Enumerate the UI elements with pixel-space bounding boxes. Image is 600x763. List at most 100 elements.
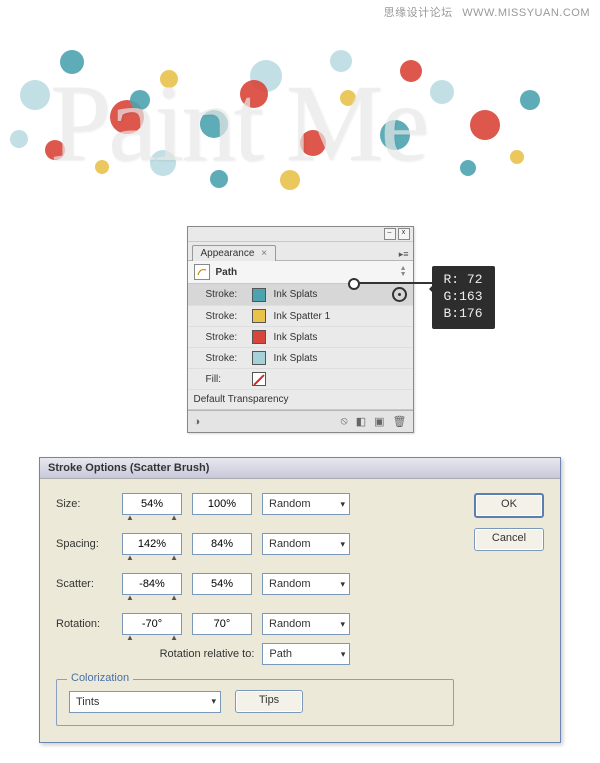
trash-icon[interactable]: 🗑 xyxy=(393,415,407,428)
rotation-relative-select[interactable]: Path ▾ xyxy=(262,643,350,665)
appearance-panel: – x Appearance × ▸≡ Path ▲▼ Stroke: Ink … xyxy=(187,226,414,433)
slider-icon[interactable]: ▲▲ xyxy=(122,633,182,642)
r-label: R: xyxy=(444,272,460,287)
rgb-tooltip: R: 72 G:163 B:176 xyxy=(432,266,495,329)
select-value: Path xyxy=(269,648,292,660)
path-icon xyxy=(194,264,210,280)
rotation-input-b[interactable] xyxy=(192,613,252,635)
spacing-label: Spacing: xyxy=(56,538,112,550)
b-value: 176 xyxy=(459,306,482,321)
panel-footer: ◑ ⦸ ◧ ▣ 🗑 xyxy=(188,410,413,432)
select-value: Tints xyxy=(76,696,99,708)
colorization-legend: Colorization xyxy=(67,672,133,684)
toggle-icon[interactable]: ◑ xyxy=(194,416,201,428)
tab-appearance[interactable]: Appearance × xyxy=(192,245,277,261)
color-swatch[interactable] xyxy=(252,330,266,344)
size-row: Size: ▲▲ Random ▾ xyxy=(56,493,454,515)
panel-menu-icon[interactable]: ▸≡ xyxy=(399,249,409,260)
stroke-label: Stroke: xyxy=(206,332,244,343)
rotation-row: Rotation: ▲▲ Random ▾ xyxy=(56,613,454,635)
select-value: Random xyxy=(269,498,311,510)
default-transparency-row[interactable]: Default Transparency xyxy=(188,390,413,410)
new-fill-icon[interactable]: ◧ xyxy=(356,415,366,428)
callout-line xyxy=(352,282,432,284)
size-input-b[interactable] xyxy=(192,493,252,515)
scatter-label: Scatter: xyxy=(56,578,112,590)
artwork-text: Paint Me xyxy=(50,60,426,187)
scatter-input-b[interactable] xyxy=(192,573,252,595)
tab-label: Appearance xyxy=(201,248,255,259)
path-target-row[interactable]: Path ▲▼ xyxy=(188,261,413,284)
chevron-down-icon: ▾ xyxy=(341,649,346,660)
spacing-input-b[interactable] xyxy=(192,533,252,555)
brush-name: Ink Splats xyxy=(274,353,318,364)
rotation-relative-row: Rotation relative to: Path ▾ xyxy=(56,643,454,665)
rotation-relative-label: Rotation relative to: xyxy=(160,648,255,660)
stroke-row[interactable]: Stroke: Ink Splats xyxy=(188,348,413,369)
spacing-mode-select[interactable]: Random ▾ xyxy=(262,533,350,555)
r-value: 72 xyxy=(467,272,483,287)
select-value: Random xyxy=(269,538,311,550)
default-transparency-label: Default Transparency xyxy=(194,394,289,405)
prohibit-icon[interactable]: ⦸ xyxy=(341,415,348,428)
watermark-url: WWW.MISSYUAN.COM xyxy=(462,7,590,19)
rotation-input-a[interactable] xyxy=(122,613,182,635)
chevron-down-icon: ▾ xyxy=(340,539,345,550)
color-swatch[interactable] xyxy=(252,351,266,365)
chevron-down-icon: ▾ xyxy=(340,499,345,510)
chevron-down-icon: ▾ xyxy=(211,696,216,707)
chevron-down-icon: ▾ xyxy=(340,579,345,590)
spacing-row: Spacing: ▲▲ Random ▾ xyxy=(56,533,454,555)
size-input-a[interactable] xyxy=(122,493,182,515)
new-stroke-icon[interactable]: ▣ xyxy=(374,415,384,428)
stroke-label: Stroke: xyxy=(206,289,244,300)
chevron-down-icon: ▾ xyxy=(340,619,345,630)
watermark: 思缘设计论坛 WWW.MISSYUAN.COM xyxy=(0,0,600,20)
fill-row[interactable]: Fill: xyxy=(188,369,413,390)
stroke-row[interactable]: Stroke: Ink Splats xyxy=(188,284,413,306)
scatter-input-a[interactable] xyxy=(122,573,182,595)
fill-swatch-none[interactable] xyxy=(252,372,266,386)
tips-button[interactable]: Tips xyxy=(235,690,303,713)
stroke-label: Stroke: xyxy=(206,353,244,364)
stroke-row[interactable]: Stroke: Ink Spatter 1 xyxy=(188,306,413,327)
path-label: Path xyxy=(216,267,238,278)
tab-close-icon[interactable]: × xyxy=(261,248,267,259)
select-value: Random xyxy=(269,618,311,630)
target-icon[interactable] xyxy=(392,287,407,302)
rotation-label: Rotation: xyxy=(56,618,112,630)
slider-icon[interactable]: ▲▲ xyxy=(122,593,182,602)
scroll-arrows-icon[interactable]: ▲▼ xyxy=(400,266,407,278)
ok-button[interactable]: OK xyxy=(474,493,544,518)
g-value: 163 xyxy=(459,289,482,304)
brush-name: Ink Spatter 1 xyxy=(274,311,331,322)
spacing-input-a[interactable] xyxy=(122,533,182,555)
color-swatch[interactable] xyxy=(252,309,266,323)
cancel-button[interactable]: Cancel xyxy=(474,528,544,551)
size-label: Size: xyxy=(56,498,112,510)
rotation-mode-select[interactable]: Random ▾ xyxy=(262,613,350,635)
select-value: Random xyxy=(269,578,311,590)
slider-icon[interactable]: ▲▲ xyxy=(122,553,182,562)
colorization-method-select[interactable]: Tints ▾ xyxy=(69,691,221,713)
stroke-row[interactable]: Stroke: Ink Splats xyxy=(188,327,413,348)
colorization-fieldset: Colorization Tints ▾ Tips xyxy=(56,679,454,726)
size-mode-select[interactable]: Random ▾ xyxy=(262,493,350,515)
scatter-mode-select[interactable]: Random ▾ xyxy=(262,573,350,595)
slider-icon[interactable]: ▲▲ xyxy=(122,513,182,522)
stroke-options-dialog: Stroke Options (Scatter Brush) Size: ▲▲ … xyxy=(39,457,561,743)
minimize-icon[interactable]: – xyxy=(384,228,396,240)
artwork-canvas: Paint Me xyxy=(0,20,600,220)
g-label: G: xyxy=(444,289,460,304)
panel-titlebar[interactable]: – x xyxy=(188,227,413,242)
b-label: B: xyxy=(444,306,460,321)
brush-name: Ink Splats xyxy=(274,289,318,300)
brush-name: Ink Splats xyxy=(274,332,318,343)
close-icon[interactable]: x xyxy=(398,228,410,240)
dialog-title[interactable]: Stroke Options (Scatter Brush) xyxy=(40,458,560,479)
fill-label: Fill: xyxy=(206,374,244,385)
watermark-cn: 思缘设计论坛 xyxy=(384,7,453,19)
stroke-label: Stroke: xyxy=(206,311,244,322)
color-swatch[interactable] xyxy=(252,288,266,302)
callout-dot xyxy=(348,278,360,290)
